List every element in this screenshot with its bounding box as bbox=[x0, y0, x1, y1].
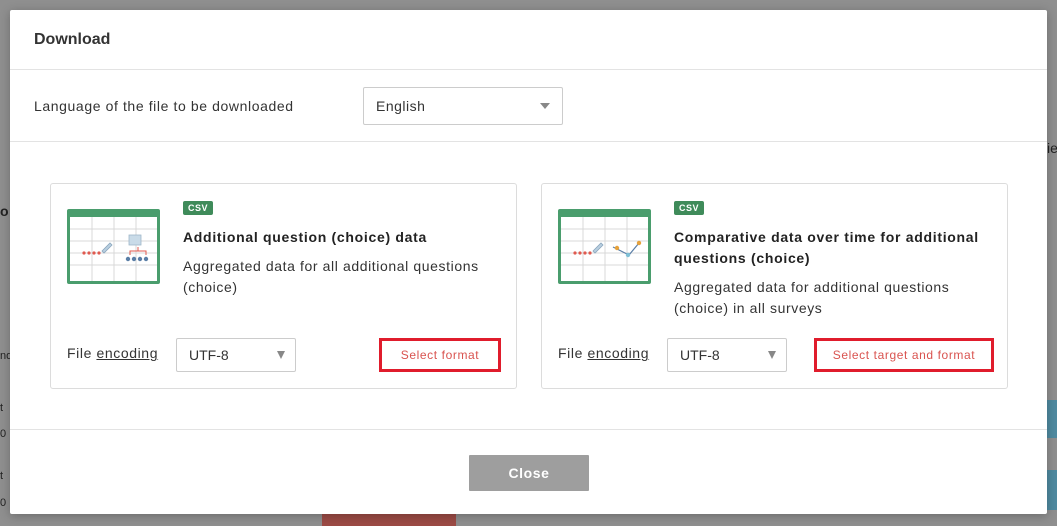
encoding-help-link[interactable]: encoding bbox=[587, 345, 649, 361]
csv-badge: CSV bbox=[674, 201, 705, 215]
language-row: Language of the file to be downloaded En… bbox=[10, 70, 1047, 142]
download-options: CSV Additional question (choice) data Ag… bbox=[50, 183, 1008, 389]
background-button bbox=[1047, 470, 1057, 510]
csv-badge: CSV bbox=[183, 201, 214, 215]
background-button bbox=[1047, 400, 1057, 438]
chevron-down-icon bbox=[540, 102, 550, 109]
encoding-select[interactable]: UTF-8 bbox=[176, 338, 296, 372]
triangle-down-icon bbox=[768, 351, 776, 359]
background-text-fragment: t bbox=[0, 470, 4, 482]
file-encoding-label: File encoding bbox=[558, 345, 649, 361]
background-text-fragment: 0 bbox=[0, 497, 7, 509]
encoding-help-link[interactable]: encoding bbox=[96, 345, 158, 361]
triangle-down-icon bbox=[277, 351, 285, 359]
card-title: Comparative data over time for additiona… bbox=[674, 229, 979, 266]
card-title: Additional question (choice) data bbox=[183, 229, 427, 245]
download-card-comparative-data: CSV Comparative data over time for addit… bbox=[541, 183, 1008, 389]
encoding-select-value: UTF-8 bbox=[680, 347, 720, 363]
background-text-fragment: ie bbox=[1047, 140, 1057, 156]
encoding-label-prefix: File bbox=[558, 345, 588, 361]
encoding-select-value: UTF-8 bbox=[189, 347, 229, 363]
select-format-button[interactable]: Select format bbox=[379, 338, 501, 372]
encoding-select[interactable]: UTF-8 bbox=[667, 338, 787, 372]
download-card-choice-data: CSV Additional question (choice) data Ag… bbox=[50, 183, 517, 389]
spreadsheet-chart-icon bbox=[67, 209, 160, 284]
file-encoding-label: File encoding bbox=[67, 345, 158, 361]
spreadsheet-line-chart-icon bbox=[558, 209, 651, 284]
card-description: Aggregated data for additional questions… bbox=[674, 279, 950, 316]
dialog-title: Download bbox=[34, 30, 111, 48]
encoding-label-prefix: File bbox=[67, 345, 97, 361]
dialog-header: Download bbox=[10, 10, 1047, 70]
background-text-fragment: 0 bbox=[0, 428, 7, 440]
background-text-fragment: t bbox=[0, 402, 4, 414]
language-select[interactable]: English bbox=[363, 86, 563, 125]
download-dialog: Download Language of the file to be down… bbox=[10, 10, 1047, 514]
language-select-value: English bbox=[376, 97, 426, 114]
card-description: Aggregated data for all additional quest… bbox=[183, 258, 479, 295]
background-button bbox=[322, 514, 456, 526]
select-target-and-format-button[interactable]: Select target and format bbox=[814, 338, 994, 372]
language-label: Language of the file to be downloaded bbox=[34, 97, 294, 114]
close-button[interactable]: Close bbox=[469, 455, 589, 491]
background-text-fragment: o bbox=[0, 203, 9, 219]
dialog-footer: Close bbox=[10, 429, 1047, 514]
